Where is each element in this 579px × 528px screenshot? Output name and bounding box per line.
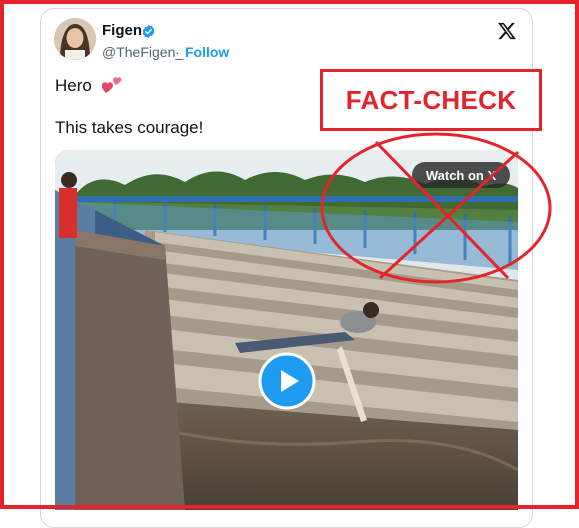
separator-dot: · [175, 44, 180, 60]
author-name[interactable]: Figen [102, 22, 142, 39]
x-logo-icon[interactable] [497, 22, 517, 40]
fact-check-label: FACT-CHECK [345, 84, 517, 115]
follow-button[interactable]: Follow [185, 44, 229, 60]
fact-check-label-box: FACT-CHECK [320, 69, 542, 131]
tweet-text-courage: This takes courage! [55, 118, 204, 137]
play-icon[interactable] [258, 352, 316, 410]
two-hearts-emoji-icon [101, 77, 122, 93]
author-handle[interactable]: @TheFigen_ [102, 44, 183, 60]
crossed-circle-icon [320, 132, 552, 284]
verified-badge-icon [142, 24, 155, 39]
tweet-text-hero: Hero [55, 76, 92, 95]
avatar[interactable] [54, 18, 96, 60]
